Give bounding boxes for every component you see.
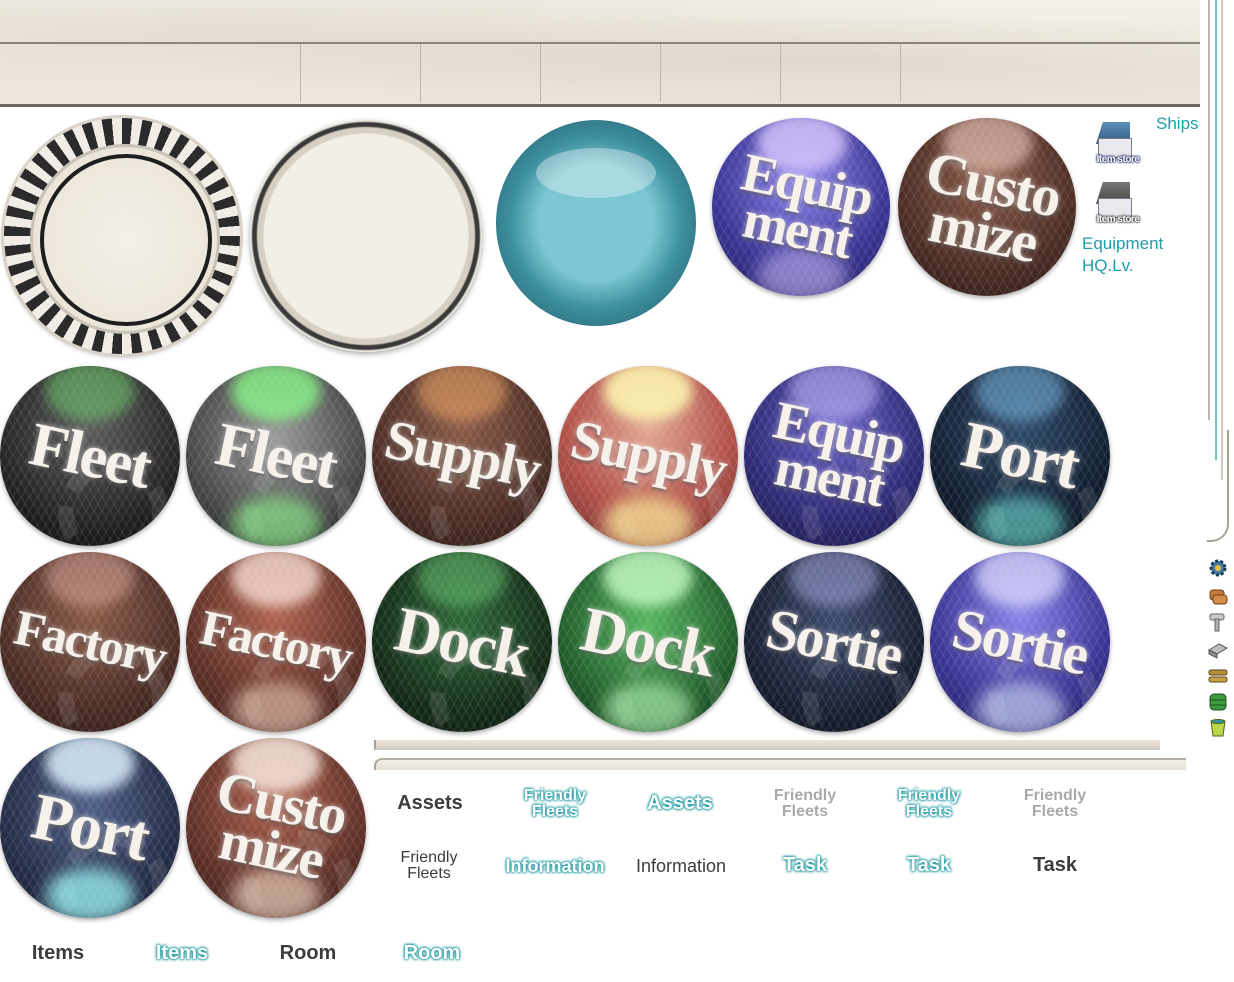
tab-items[interactable]: Items	[10, 942, 106, 965]
teal-frame	[496, 120, 696, 326]
orb-dock[interactable]: Dock	[372, 552, 552, 732]
orb-fleet-hover[interactable]: Fleet	[186, 366, 366, 546]
orb-label-line: mize	[923, 188, 1043, 275]
panel-divider	[374, 758, 1186, 770]
settings-icon[interactable]	[1207, 558, 1229, 578]
orb-label-line: Port	[955, 407, 1085, 504]
orb-label: Supply	[558, 366, 738, 546]
orb-label: Sortie	[930, 552, 1110, 732]
gear-frame-ring	[40, 154, 212, 326]
item-store-label: Item store	[1096, 154, 1140, 165]
orb-sortie[interactable]: Sortie	[744, 552, 924, 732]
tab-friendly-fleets[interactable]: Friendly Fleets	[384, 850, 474, 882]
orb-label: Supply	[372, 366, 552, 546]
orb-label-line: Dock	[389, 592, 536, 690]
tab-information[interactable]: Information	[626, 856, 736, 877]
orb-label-line: Supply	[379, 408, 545, 502]
orb-dock-hover[interactable]: Dock	[558, 552, 738, 732]
orb-label: Dock	[372, 552, 552, 732]
orb-label-line: Factory	[195, 598, 357, 686]
orb-factory-hover[interactable]: Factory	[186, 552, 366, 732]
tab-task-hover[interactable]: Task	[884, 854, 974, 877]
orb-label-line: Dock	[575, 592, 722, 690]
plain-frame	[250, 120, 482, 352]
orb-label-line: Fleet	[23, 409, 157, 502]
top-bar-cell	[660, 44, 661, 102]
tab-friendly-fleets-faded[interactable]: Friendly Fleets	[1010, 788, 1100, 820]
orb-label: Fleet	[0, 366, 180, 546]
item-store-button[interactable]: Item store	[1088, 120, 1144, 170]
tab-assets-active[interactable]: Assets	[630, 792, 730, 815]
tab-information-active[interactable]: Information	[500, 856, 610, 877]
top-bar-cell	[300, 44, 301, 102]
orb-label: Factory	[0, 552, 180, 732]
orb-equipment-top[interactable]: Equip ment	[712, 118, 890, 296]
tab-task[interactable]: Task	[1010, 854, 1100, 877]
top-bar-cell	[420, 44, 421, 102]
top-bar-cell	[900, 44, 901, 102]
tab-room[interactable]: Room	[260, 942, 356, 965]
panel-divider	[374, 740, 1160, 750]
orb-label: Dock	[558, 552, 738, 732]
orb-label-line: Sortie	[760, 595, 908, 688]
orb-label: Fleet	[186, 366, 366, 546]
orb-customize-hover[interactable]: Custo mize	[186, 738, 366, 918]
tab-assets[interactable]: Assets	[380, 792, 480, 815]
orb-label: Factory	[186, 552, 366, 732]
orb-label: Sortie	[744, 552, 924, 732]
tab-friendly-fleets-disabled[interactable]: Friendly Fleets	[760, 788, 850, 820]
right-rail	[1205, 0, 1231, 545]
equipment-label: Equipment	[1082, 234, 1164, 253]
orb-sortie-hover[interactable]: Sortie	[930, 552, 1110, 732]
gear-frame	[4, 118, 240, 354]
top-marble-bar	[0, 0, 1200, 107]
orb-label-line: mize	[213, 809, 329, 892]
orb-label: Equip ment	[744, 366, 924, 546]
tab-friendly-fleets-active[interactable]: Friendly Fleets	[510, 788, 600, 820]
orb-label-line: Sortie	[946, 595, 1094, 688]
orb-label-line: ment	[737, 188, 857, 271]
bucket-icon	[1207, 718, 1229, 738]
orb-port[interactable]: Port	[930, 366, 1110, 546]
orb-label-line: Port	[25, 779, 155, 876]
bauxite-icon	[1207, 692, 1229, 712]
top-bar-cell	[780, 44, 781, 102]
tab-friendly-fleets-hover[interactable]: Friendly Fleets	[884, 788, 974, 820]
orb-label: Equip ment	[712, 118, 890, 296]
ships-label: Ships	[1156, 114, 1199, 133]
orb-label-line: Factory	[9, 598, 171, 686]
item-store-button-disabled[interactable]: Item store	[1088, 180, 1144, 230]
orb-label-line: Supply	[565, 408, 731, 502]
top-bar-upper	[0, 0, 1200, 44]
orb-label: Port	[0, 738, 180, 918]
orb-equipment[interactable]: Equip ment	[744, 366, 924, 546]
orb-customize-top[interactable]: Custo mize	[898, 118, 1076, 296]
tab-items-active[interactable]: Items	[134, 942, 230, 965]
tab-room-active[interactable]: Room	[384, 942, 480, 965]
orb-supply-hover[interactable]: Supply	[558, 366, 738, 546]
orb-label: Custo mize	[186, 738, 366, 918]
steel-icon	[1207, 640, 1229, 660]
orb-label-line: Fleet	[209, 409, 343, 502]
orb-label: Port	[930, 366, 1110, 546]
orb-fleet[interactable]: Fleet	[0, 366, 180, 546]
fuel-icon	[1207, 586, 1229, 606]
top-bar-cell	[540, 44, 541, 102]
orb-factory[interactable]: Factory	[0, 552, 180, 732]
orb-supply[interactable]: Supply	[372, 366, 552, 546]
hq-level-label: HQ.Lv.	[1082, 256, 1134, 275]
tab-task-active[interactable]: Task	[760, 854, 850, 877]
item-store-label: Item store	[1096, 214, 1140, 225]
orb-label: Custo mize	[898, 118, 1076, 296]
orb-port-hover[interactable]: Port	[0, 738, 180, 918]
ammo-icon	[1207, 666, 1229, 686]
bolt-icon	[1207, 612, 1229, 632]
orb-label-line: ment	[769, 436, 889, 519]
